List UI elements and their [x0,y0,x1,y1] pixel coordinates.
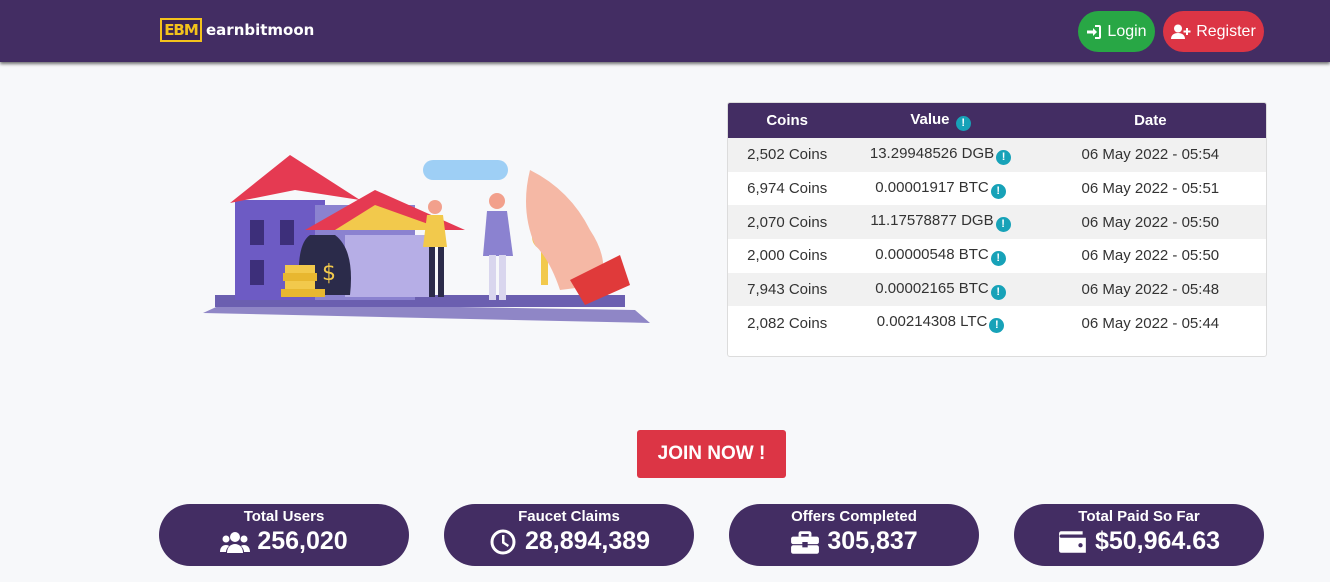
header-value: Value ! [846,103,1035,138]
users-icon [220,531,251,553]
cell-value: 0.00000548 BTC! [846,239,1034,273]
info-icon[interactable]: ! [990,183,1006,199]
user-plus-icon [1171,24,1191,39]
register-label: Register [1196,22,1256,40]
cell-date: 06 May 2022 - 05:54 [1034,138,1266,172]
briefcase-icon [791,530,820,554]
join-now-button[interactable]: JOIN NOW ! [637,430,786,478]
cell-value-text: 0.00214308 LTC [876,313,988,331]
table-row: 2,070 Coins 11.17578877 DGB! 06 May 2022… [728,205,1266,240]
brand-logo[interactable]: EBM earnbitmoon [160,18,314,42]
info-icon[interactable]: ! [955,115,971,131]
login-button[interactable]: Login [1078,11,1155,52]
header-date: Date [1034,103,1266,138]
stat-value: 28,894,389 [524,527,651,555]
wallet-icon [1059,530,1086,553]
stat-total-users: Total Users 256,020 [159,504,409,566]
register-button[interactable]: Register [1163,11,1264,52]
stat-label: Total Users [243,508,325,525]
house-keys-illustration: $ [203,155,650,323]
cell-date: 06 May 2022 - 05:48 [1034,272,1266,307]
cell-coins: 2,000 Coins [747,247,828,265]
stat-value-row: $50,964.63 [1014,527,1264,556]
cell-value-text: 0.00000548 BTC [875,245,989,263]
table-row: 2,502 Coins 13.29948526 DGB! 06 May 2022… [728,138,1266,172]
cell-coins: 2,502 Coins [728,138,847,172]
cell-coins: 7,943 Coins [728,272,847,307]
cell-value-text: 13.29948526 DGB [869,144,995,162]
login-label: Login [1107,22,1147,40]
clock-icon [490,529,516,554]
info-icon[interactable]: ! [989,318,1005,334]
stat-value: 256,020 [257,527,348,555]
table-row: 6,974 Coins 0.00001917 BTC! 06 May 2022 … [728,172,1266,206]
cell-value: 0.00002165 BTC! [846,272,1035,307]
stat-value: $50,964.63 [1094,527,1221,555]
recent-payouts-table: Coins Value ! Date 2,502 Coins 13.299485… [727,102,1267,357]
info-icon[interactable]: ! [996,149,1012,165]
top-navbar: EBM earnbitmoon Login Register [0,0,1330,62]
stat-faucet-claims: Faucet Claims 28,894,389 [444,504,694,566]
stat-value: 305,837 [827,527,918,555]
cell-value: 0.00001917 BTC! [846,172,1034,206]
cell-value-text: 0.00002165 BTC [875,279,989,297]
cell-coins: 2,082 Coins [747,314,828,332]
cell-value-text: 0.00001917 BTC [875,178,989,196]
cell-date: 06 May 2022 - 05:50 [1034,205,1266,240]
cell-value-text: 11.17578877 DGB [870,212,994,230]
cell-date: 06 May 2022 - 05:44 [1081,314,1220,332]
table-row: 2,000 Coins 0.00000548 BTC! 06 May 2022 … [728,239,1266,273]
cell-date: 06 May 2022 - 05:51 [1081,180,1220,198]
stat-label: Offers Completed [791,508,917,525]
stat-offers-completed: Offers Completed 305,837 [729,504,979,566]
info-icon[interactable]: ! [990,284,1006,300]
stat-label: Faucet Claims [518,508,620,525]
stat-total-paid: Total Paid So Far $50,964.63 [1014,504,1264,566]
cell-date: 06 May 2022 - 05:50 [1081,247,1220,265]
cell-value: 0.00214308 LTC! [846,306,1034,340]
sign-in-icon [1087,24,1102,39]
info-icon[interactable]: ! [990,250,1006,266]
table-header-row: Coins Value ! Date [728,103,1266,138]
header-coins: Coins [728,103,847,138]
svg-text:$: $ [322,261,336,286]
stat-value-row: 305,837 [729,527,979,556]
cell-coins: 6,974 Coins [747,180,828,198]
stat-value-row: 256,020 [159,527,409,556]
brand-name: earnbitmoon [206,21,315,39]
table-row: 2,082 Coins 0.00214308 LTC! 06 May 2022 … [728,306,1266,340]
cell-value: 11.17578877 DGB! [846,205,1035,240]
stat-value-row: 28,894,389 [444,527,694,556]
cell-coins: 2,070 Coins [728,205,847,240]
ebm-logo-mark: EBM [160,18,202,42]
stat-label: Total Paid So Far [1078,508,1200,525]
table-row: 7,943 Coins 0.00002165 BTC! 06 May 2022 … [728,272,1266,307]
header-value-label: Value [910,110,950,128]
cell-value: 13.29948526 DGB! [846,138,1035,172]
info-icon[interactable]: ! [995,217,1011,233]
